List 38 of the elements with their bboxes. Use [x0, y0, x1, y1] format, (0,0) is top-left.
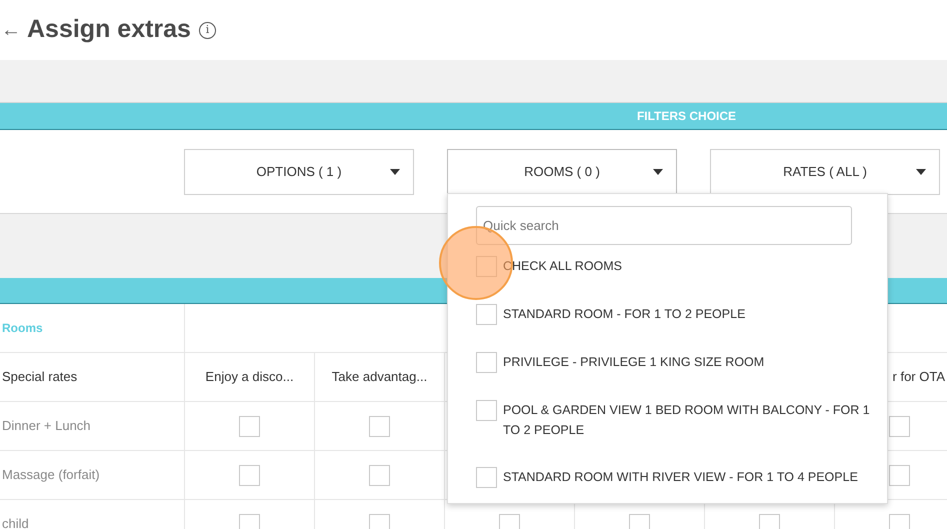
- checkbox[interactable]: [888, 464, 910, 486]
- checkbox[interactable]: [476, 352, 497, 373]
- column-header: Enjoy a disco...: [205, 368, 294, 386]
- section-title: FILTERS CHOICE: [636, 108, 736, 125]
- row-label: Dinner + Lunch: [2, 417, 91, 436]
- checkbox[interactable]: [369, 416, 390, 436]
- checkbox[interactable]: [239, 514, 260, 529]
- page-title: Assign extras: [27, 14, 191, 46]
- back-arrow[interactable]: ←: [1, 15, 17, 45]
- checkbox[interactable]: [629, 514, 650, 529]
- checkbox[interactable]: [369, 514, 390, 529]
- column-header: Take advantag...: [332, 368, 428, 386]
- checkbox[interactable]: [888, 416, 910, 436]
- checkbox[interactable]: [239, 464, 260, 486]
- checkbox[interactable]: [239, 416, 260, 436]
- room-option[interactable]: POOL & GARDEN VIEW 1 BED ROOM WITH BALCONY - FOR 1 TO 2 PEOPLE: [503, 400, 877, 440]
- caret-icon: [653, 168, 663, 174]
- caret-icon: [916, 168, 926, 174]
- checkbox[interactable]: [369, 464, 390, 486]
- checkbox[interactable]: [476, 304, 497, 325]
- filter-dropdown[interactable]: ROOMS ( 0 ): [447, 148, 677, 194]
- filter-dropdown[interactable]: OPTIONS ( 1 ): [184, 148, 414, 194]
- room-option[interactable]: STANDARD ROOM - FOR 1 TO 2 PEOPLE: [503, 304, 877, 324]
- checkbox[interactable]: [759, 514, 780, 529]
- room-option[interactable]: STANDARD ROOM WITH RIVER VIEW - FOR 1 TO 4 PEOPLE: [503, 467, 877, 487]
- checkbox[interactable]: [888, 514, 910, 529]
- row-header: Special rates: [2, 368, 78, 386]
- group-label: Rooms: [2, 320, 43, 337]
- checkbox[interactable]: [499, 514, 520, 529]
- caret-icon: [390, 168, 400, 174]
- checkbox[interactable]: [476, 400, 497, 421]
- room-option[interactable]: PRIVILEGE - PRIVILEGE 1 KING SIZE ROOM: [503, 352, 877, 372]
- filter-dropdown[interactable]: RATES ( ALL ): [710, 148, 940, 194]
- info-icon[interactable]: i: [198, 22, 216, 38]
- row-label: Massage (forfait): [2, 466, 100, 484]
- row-label: child: [2, 515, 29, 529]
- checkbox[interactable]: [476, 467, 497, 488]
- column-header: r for OTA: [892, 368, 945, 386]
